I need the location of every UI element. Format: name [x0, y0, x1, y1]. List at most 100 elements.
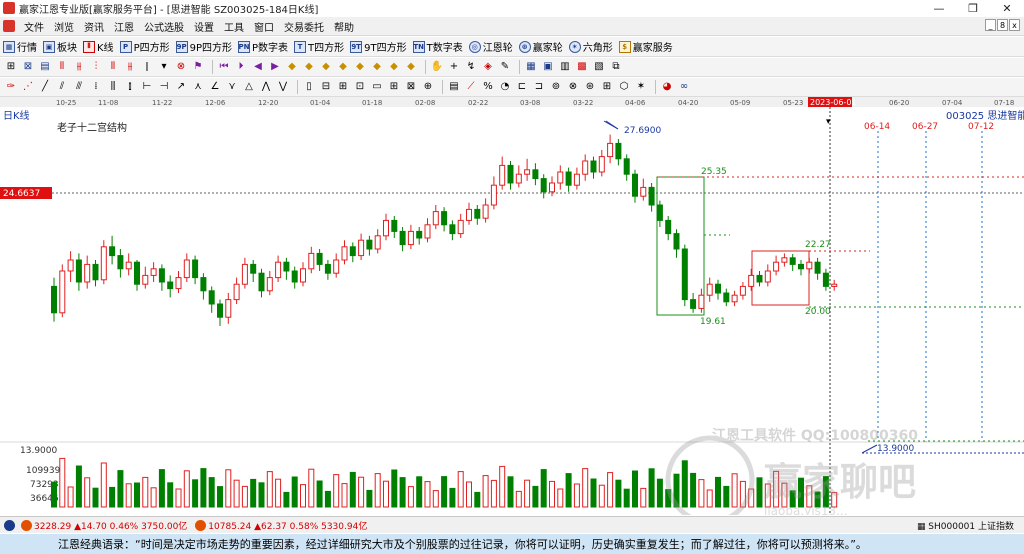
spiral-icon[interactable]: ⊚ — [549, 81, 563, 94]
bar-down-icon[interactable]: ▾ — [157, 61, 171, 74]
kline-chart[interactable]: 10-25 11-08 11-22 12-06 12-20 01-04 01-18 02-08… — [0, 97, 1024, 525]
calendar-icon[interactable]: ▤ — [38, 61, 52, 74]
9t-square-button[interactable]: 9T 9T四方形 — [350, 39, 407, 54]
compass-icon[interactable]: ⊗ — [566, 81, 580, 94]
diamond-b-icon[interactable]: ◆ — [302, 61, 316, 74]
menu-file[interactable]: 文件 — [19, 19, 49, 34]
menu-trade[interactable]: 交易委托 — [279, 19, 329, 34]
gann-wheel-button[interactable]: ◎ 江恩轮 — [468, 39, 513, 54]
document-icon[interactable] — [3, 20, 15, 32]
gann-fan-icon[interactable]: ⋰ — [21, 81, 35, 94]
minimize-button[interactable]: — — [922, 0, 956, 16]
diamond-f-icon[interactable]: ◆ — [370, 61, 384, 74]
candle-pair-icon[interactable]: ⫵ — [123, 61, 137, 74]
link-icon[interactable]: ⧉ — [609, 61, 623, 74]
mdi-minimize-button[interactable]: _ — [985, 19, 996, 31]
clock-icon[interactable]: ◔ — [498, 81, 512, 94]
menu-tools[interactable]: 工具 — [219, 19, 249, 34]
flag-icon[interactable]: ⚑ — [191, 61, 205, 74]
bar-single-icon[interactable]: ǀ — [140, 61, 154, 74]
kline-button[interactable]: ⫴ K线 — [83, 39, 114, 54]
menu-settings[interactable]: 设置 — [189, 19, 219, 34]
candle-icon[interactable]: ⫴ — [55, 61, 69, 74]
hexagon-tool-icon[interactable]: ⬡ — [617, 81, 631, 94]
box-icon[interactable]: ▯ — [302, 81, 316, 94]
menu-window[interactable]: 窗口 — [249, 19, 279, 34]
mdi-close-button[interactable]: x — [1009, 19, 1020, 31]
sector-button[interactable]: ▣ 板块 — [43, 39, 77, 54]
diamond-h-icon[interactable]: ◆ — [404, 61, 418, 74]
wedge-icon[interactable]: ⋎ — [225, 81, 239, 94]
angle-tool-icon[interactable]: ⊐ — [532, 81, 546, 94]
grid-cross-icon[interactable]: ⊕ — [421, 81, 435, 94]
menu-browse[interactable]: 浏览 — [49, 19, 79, 34]
arrow-icon[interactable]: ↗ — [174, 81, 188, 94]
t-number-table-button[interactable]: TN T数字表 — [412, 39, 463, 54]
zigzag-icon[interactable]: ⋀ — [259, 81, 273, 94]
spread-icon[interactable]: ⊢ — [140, 81, 154, 94]
diamond-c-icon[interactable]: ◆ — [319, 61, 333, 74]
next-icon[interactable]: ▶ — [268, 61, 282, 74]
fib-ext-icon[interactable]: ⊡ — [353, 81, 367, 94]
square-icon[interactable]: ▭ — [370, 81, 384, 94]
menu-gann[interactable]: 江恩 — [109, 19, 139, 34]
grid-x-icon[interactable]: ⊠ — [404, 81, 418, 94]
p-number-table-button[interactable]: PN P数字表 — [238, 39, 288, 54]
color-wheel-icon[interactable]: ◕ — [660, 81, 674, 94]
close-button[interactable]: ✕ — [990, 0, 1024, 16]
p-square-button[interactable]: P P四方形 — [119, 39, 170, 54]
diamond-a-icon[interactable]: ◆ — [285, 61, 299, 74]
winner-wheel-button[interactable]: ⊛ 赢家轮 — [518, 39, 563, 54]
chart-area[interactable]: 10-25 11-08 11-22 12-06 12-20 01-04 01-18 02-08… — [0, 97, 1024, 525]
table-icon[interactable]: ▦ — [524, 61, 538, 74]
layout-icon[interactable]: ▧ — [592, 61, 606, 74]
vertical-icon[interactable]: ⁞ — [89, 81, 103, 94]
gift-icon[interactable]: ◈ — [481, 61, 495, 74]
grid-square-icon[interactable]: ⊞ — [387, 81, 401, 94]
brush-icon[interactable]: ✑ — [4, 81, 18, 94]
first-icon[interactable]: ⏮ — [217, 61, 231, 74]
diamond-e-icon[interactable]: ◆ — [353, 61, 367, 74]
cycle-icon[interactable]: ⋁ — [276, 81, 290, 94]
grid-icon[interactable]: ⊞ — [4, 61, 18, 74]
grid-status-icon[interactable] — [4, 519, 15, 531]
maximize-button[interactable]: ❐ — [956, 0, 990, 16]
menu-help[interactable]: 帮助 — [329, 19, 359, 34]
candle-group-icon[interactable]: ⫶ — [89, 61, 103, 74]
hand-icon[interactable]: ✋ — [430, 61, 444, 74]
menu-info[interactable]: 资讯 — [79, 19, 109, 34]
parallel-icon[interactable]: ⫽ — [55, 81, 69, 94]
square9-icon[interactable]: ⊞ — [600, 81, 614, 94]
winner-service-button[interactable]: $ 赢家服务 — [618, 39, 673, 54]
wheel-tool-icon[interactable]: ⊛ — [583, 81, 597, 94]
ratio-icon[interactable]: ▤ — [447, 81, 461, 94]
hexagon-button[interactable]: ✶ 六角形 — [568, 39, 613, 54]
9p-square-button[interactable]: 9P 9P四方形 — [175, 39, 232, 54]
quotes-button[interactable]: ▦ 行情 — [3, 39, 37, 54]
diamond-d-icon[interactable]: ◆ — [336, 61, 350, 74]
t-square-button[interactable]: T T四方形 — [294, 39, 344, 54]
ruler-icon[interactable]: ⊏ — [515, 81, 529, 94]
index-selector[interactable]: ▦ SH000001 上证指数 — [917, 519, 1014, 532]
channel-icon[interactable]: ⫻ — [72, 81, 86, 94]
save-icon[interactable]: ▣ — [541, 61, 555, 74]
level-icon[interactable]: ⊣ — [157, 81, 171, 94]
fan-icon[interactable]: ⋏ — [191, 81, 205, 94]
export-icon[interactable]: ▩ — [575, 61, 589, 74]
line-icon[interactable]: ╱ — [38, 81, 52, 94]
fib-icon[interactable]: ⊟ — [319, 81, 333, 94]
trend-up-icon[interactable]: ⟋ — [464, 81, 478, 94]
color-icon[interactable]: ⊗ — [174, 61, 188, 74]
print-icon[interactable]: ▥ — [558, 61, 572, 74]
indicator-icon[interactable]: ⊠ — [21, 61, 35, 74]
wave-icon[interactable]: ↯ — [464, 61, 478, 74]
star-tool-icon[interactable]: ✶ — [634, 81, 648, 94]
menu-formula-screen[interactable]: 公式选股 — [139, 19, 189, 34]
vertical-multi-icon[interactable]: ⫼ — [106, 81, 120, 94]
infinity-icon[interactable]: ∞ — [677, 81, 691, 94]
pen-icon[interactable]: ✎ — [498, 61, 512, 74]
fib-time-icon[interactable]: ⊞ — [336, 81, 350, 94]
candle-alt-icon[interactable]: ⫵ — [72, 61, 86, 74]
angle-icon[interactable]: ∠ — [208, 81, 222, 94]
triangle-icon[interactable]: △ — [242, 81, 256, 94]
